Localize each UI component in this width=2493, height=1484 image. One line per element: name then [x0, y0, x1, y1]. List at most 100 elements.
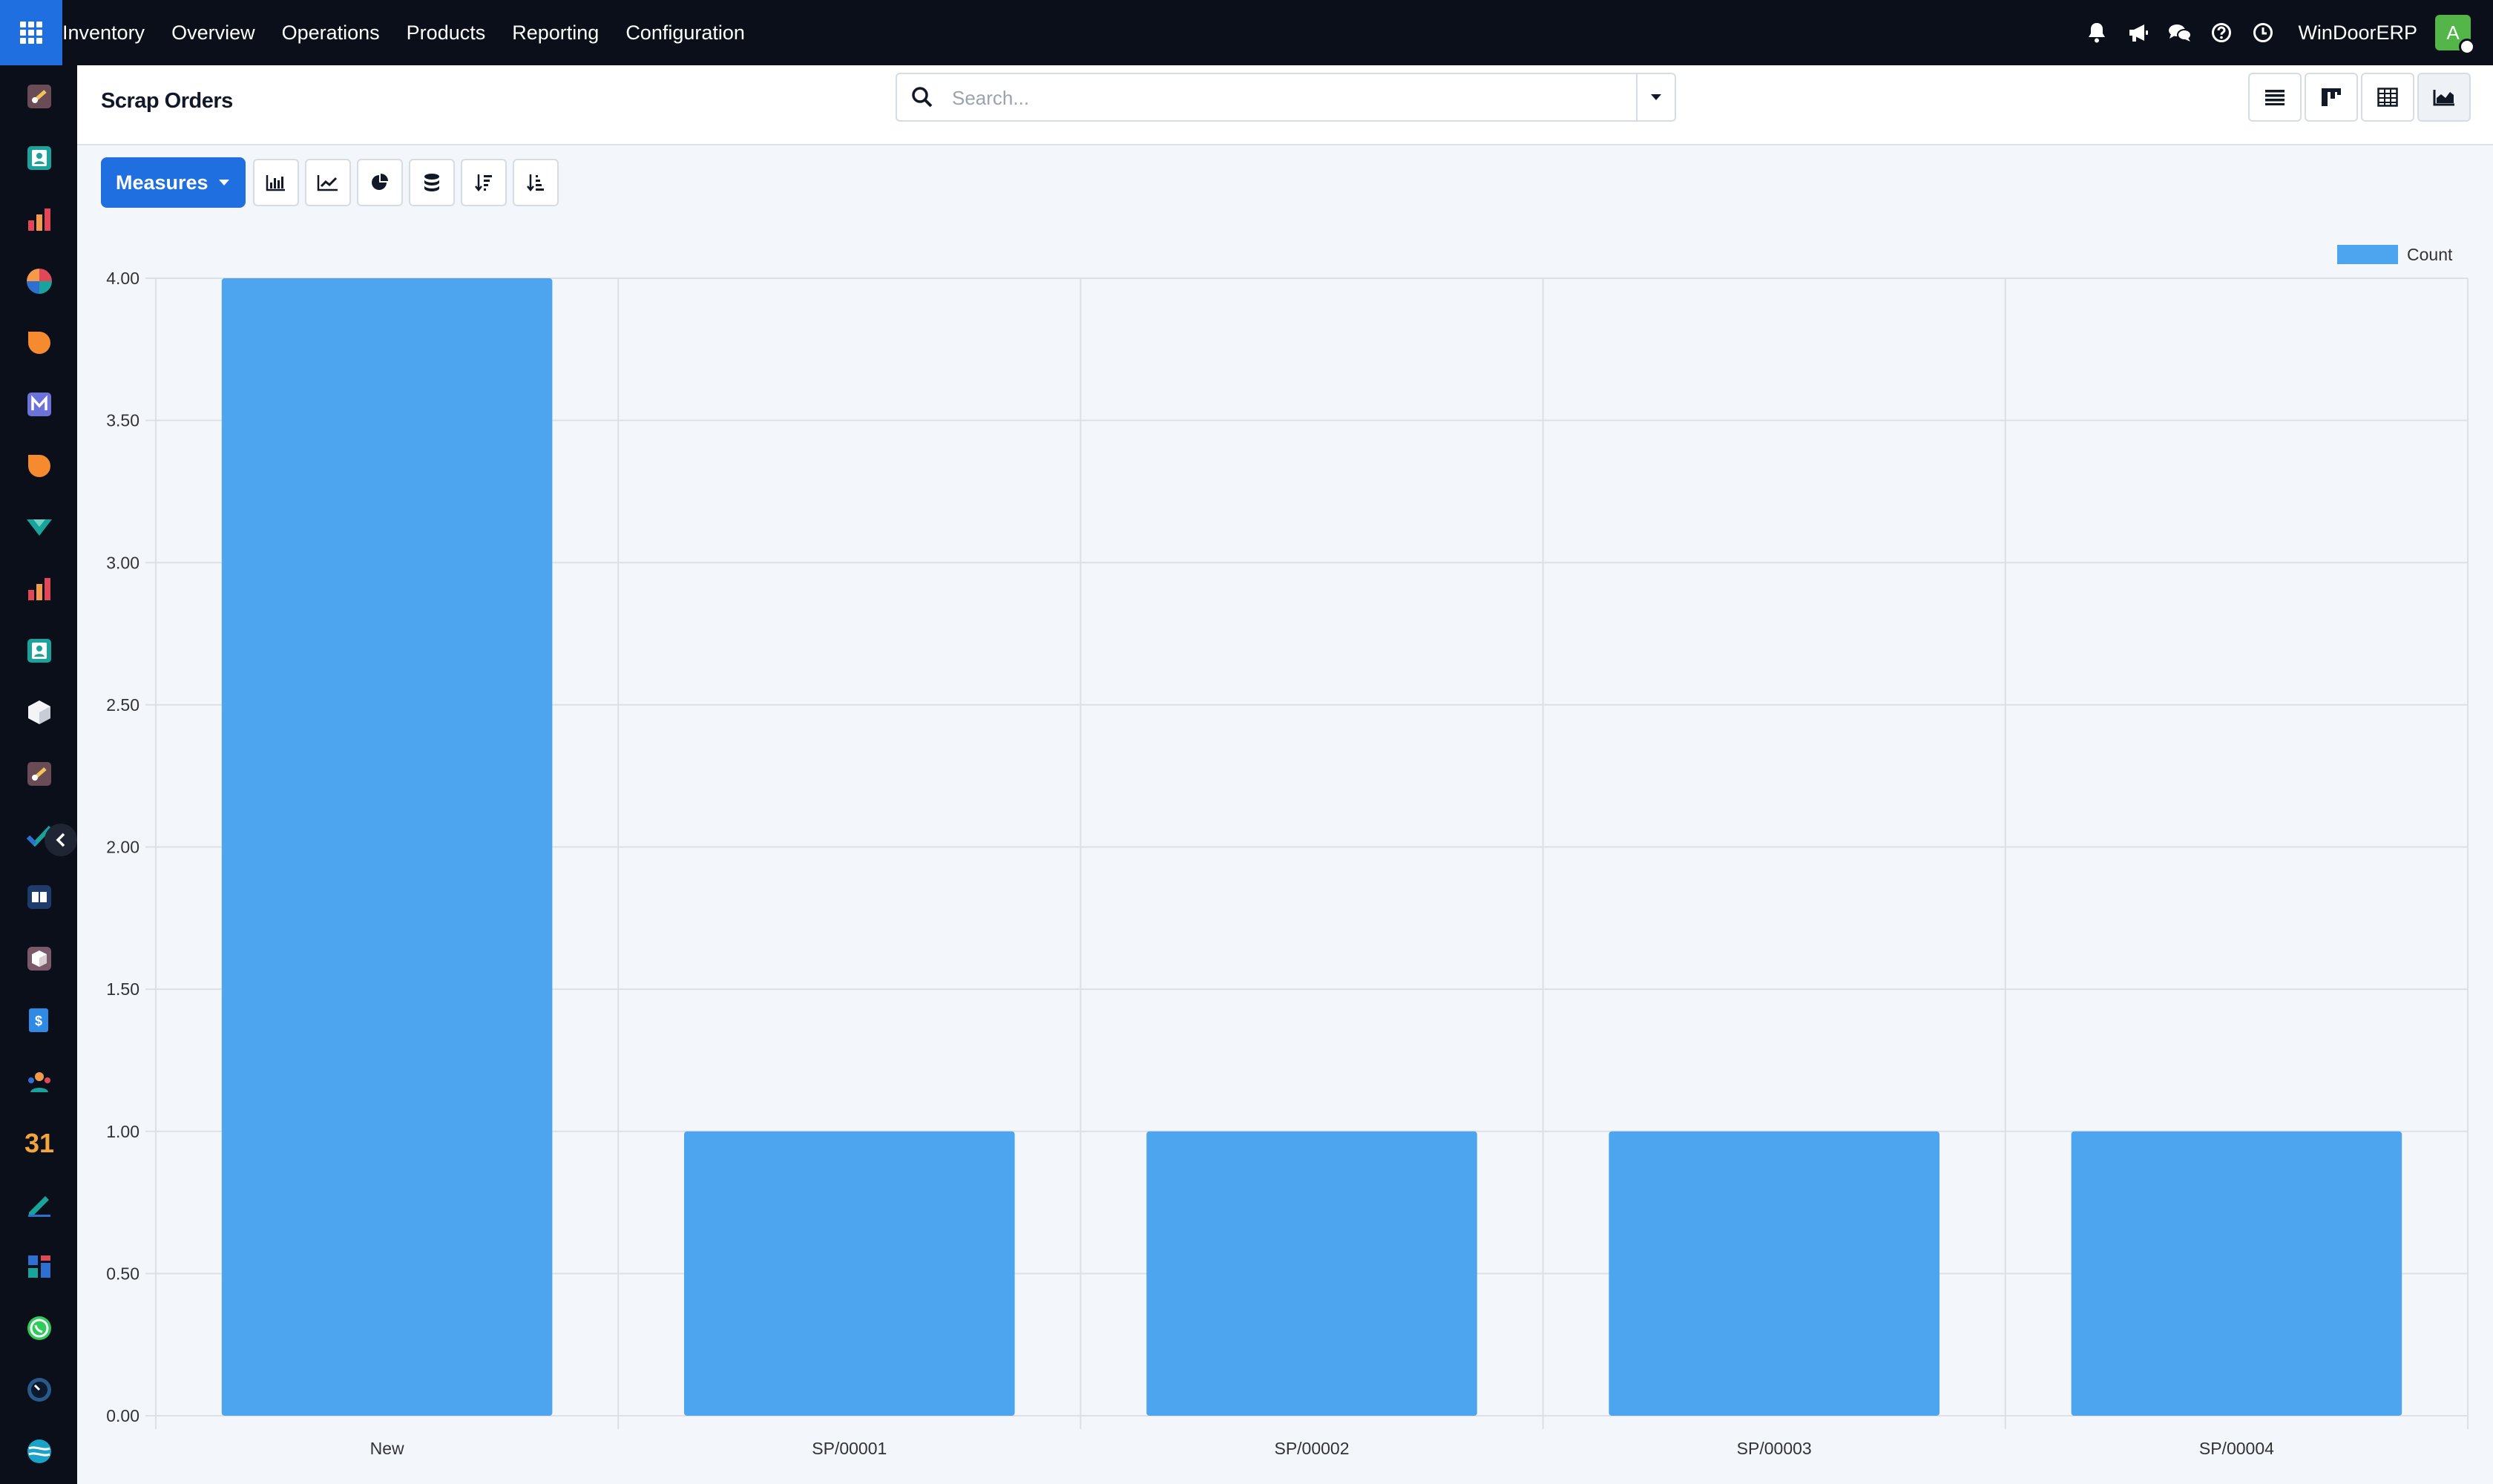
menu-overview[interactable]: Overview	[171, 22, 255, 45]
graph-view-button[interactable]	[2417, 73, 2471, 122]
pie-chart-icon	[371, 174, 388, 190]
x-tick-label: SP/00002	[1274, 1439, 1349, 1458]
barcode-app-icon-2[interactable]	[24, 758, 55, 789]
invoicing-app-icon[interactable]: $	[24, 1005, 55, 1036]
bar-chart: 0.00 0.50 1.00 1.50 2.00 2.50 3.00 3.50 4.00 New S…	[106, 245, 2469, 1458]
spreadsheet-app-icon[interactable]	[24, 1251, 55, 1282]
x-tick-label: New	[370, 1439, 404, 1458]
caret-down-icon	[218, 180, 229, 186]
live-chat-app-icon[interactable]	[24, 450, 55, 482]
chat-icon[interactable]	[2167, 20, 2193, 45]
discuss-app-icon[interactable]	[24, 327, 55, 358]
graph-toolbar: Measures	[101, 157, 559, 208]
bar-sp-00001[interactable]	[684, 1131, 1015, 1416]
search-icon[interactable]	[910, 85, 934, 109]
survey-app-icon[interactable]	[24, 512, 55, 543]
measures-label: Measures	[116, 171, 208, 194]
reporting-app-icon[interactable]	[24, 204, 55, 235]
calendar-app-icon[interactable]: 31	[24, 1128, 55, 1159]
x-tick-label: SP/00003	[1737, 1439, 1812, 1458]
y-tick-label: 4.00	[106, 269, 139, 288]
svg-text:$: $	[35, 1014, 42, 1028]
bar-new[interactable]	[221, 278, 553, 1416]
clock-icon[interactable]	[2250, 20, 2276, 45]
search-input[interactable]	[950, 82, 1606, 114]
menu-reporting[interactable]: Reporting	[512, 22, 599, 45]
bar-sp-00002[interactable]	[1146, 1131, 1477, 1416]
y-tick-label: 2.50	[106, 695, 139, 715]
y-tick-label: 0.00	[106, 1406, 139, 1425]
legend-label[interactable]: Count	[2407, 245, 2453, 264]
company-name[interactable]: WinDoorERP	[2298, 22, 2417, 45]
systray: WinDoorERP A	[2084, 0, 2493, 65]
kanban-view-icon	[2322, 88, 2341, 106]
list-view-button[interactable]	[2248, 73, 2302, 122]
megaphone-icon[interactable]	[2126, 20, 2151, 45]
sort-descending-button[interactable]	[460, 159, 507, 206]
calendar-day: 31	[24, 1128, 55, 1158]
pivot-view-button[interactable]	[2361, 73, 2414, 122]
menu-products[interactable]: Products	[407, 22, 486, 45]
sidebar-collapse-button[interactable]	[45, 824, 77, 856]
x-tick-label: SP/00004	[2199, 1439, 2274, 1458]
dashboard-app-icon[interactable]	[24, 574, 55, 605]
x-tick-label: SP/00001	[812, 1439, 887, 1458]
bell-icon[interactable]	[2084, 20, 2109, 45]
kanban-view-button[interactable]	[2305, 73, 2358, 122]
measures-button[interactable]: Measures	[101, 157, 246, 208]
app-menu-button[interactable]	[0, 0, 62, 65]
chevron-left-icon	[56, 833, 65, 847]
line-chart-button[interactable]	[304, 159, 351, 206]
search-bar	[896, 73, 1676, 122]
bar-chart-button[interactable]	[252, 159, 299, 206]
y-tick-label: 3.00	[106, 553, 139, 572]
presence-indicator	[2459, 39, 2475, 55]
inventory-app-icon[interactable]	[24, 697, 55, 728]
menu-configuration[interactable]: Configuration	[625, 22, 745, 45]
caret-down-icon	[1651, 94, 1661, 100]
team-app-icon[interactable]	[24, 1066, 55, 1097]
menu-operations[interactable]: Operations	[282, 22, 380, 45]
knowledge-app-icon[interactable]	[24, 881, 55, 913]
y-tick-label: 1.00	[106, 1122, 139, 1141]
timesheet-app-icon[interactable]	[24, 1374, 55, 1405]
bar-sp-00004[interactable]	[2071, 1131, 2402, 1416]
whatsapp-app-icon[interactable]	[24, 1313, 55, 1344]
contacts-app-icon[interactable]	[24, 142, 55, 174]
view-switcher	[2245, 73, 2471, 122]
y-tick-label: 1.50	[106, 979, 139, 999]
sort-descending-icon	[474, 174, 492, 192]
sort-ascending-button[interactable]	[512, 159, 559, 206]
email-marketing-app-icon[interactable]	[24, 389, 55, 420]
barcode-app-icon[interactable]	[24, 81, 55, 112]
search-options-toggle[interactable]	[1636, 74, 1675, 120]
control-panel: Scrap Orders	[77, 65, 2493, 145]
page-title: Scrap Orders	[101, 89, 233, 113]
app-sidebar: $ 31	[0, 65, 77, 1484]
y-tick-label: 0.50	[106, 1264, 139, 1283]
pie-chart-button[interactable]	[356, 159, 403, 206]
legend-swatch[interactable]	[2337, 245, 2398, 264]
line-chart-icon	[317, 175, 338, 191]
stacked-button[interactable]	[408, 159, 455, 206]
sign-app-icon[interactable]	[24, 1189, 55, 1221]
employees-app-icon[interactable]	[24, 635, 55, 666]
stacked-icon	[424, 174, 439, 191]
product-app-icon[interactable]	[24, 943, 55, 974]
bar-chart-icon	[266, 175, 285, 191]
graph-view-icon	[2433, 90, 2454, 106]
sort-ascending-icon	[526, 174, 544, 192]
bar-sp-00003[interactable]	[1609, 1131, 1939, 1416]
planning-app-icon[interactable]	[24, 266, 55, 297]
website-app-icon[interactable]	[24, 1436, 55, 1467]
y-tick-label: 2.00	[106, 838, 139, 857]
grid-icon	[20, 22, 42, 44]
list-view-icon	[2265, 90, 2285, 105]
avatar-initial: A	[2446, 21, 2460, 44]
top-navbar: Inventory Overview Operations Products R…	[0, 0, 2493, 65]
top-menu: Inventory Overview Operations Products R…	[62, 0, 772, 65]
help-icon[interactable]	[2209, 20, 2234, 45]
menu-inventory[interactable]: Inventory	[62, 22, 145, 45]
pivot-view-icon	[2377, 88, 2398, 107]
avatar[interactable]: A	[2435, 15, 2475, 55]
